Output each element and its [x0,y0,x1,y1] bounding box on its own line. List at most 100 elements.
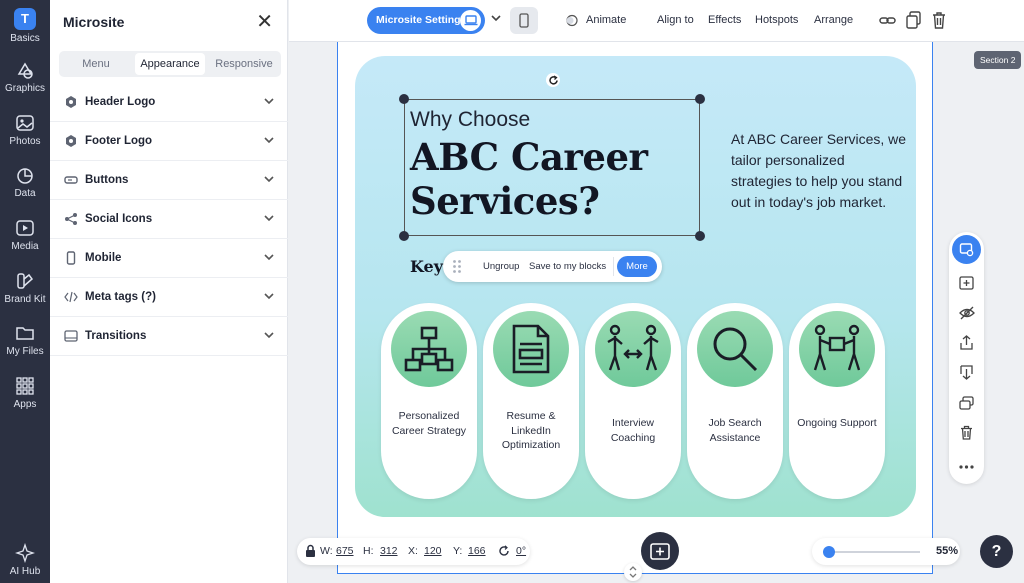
rail-item-my-files[interactable]: My Files [0,323,50,357]
lock-icon[interactable] [305,544,316,558]
transitions-icon [64,330,78,342]
mobile-preview-button[interactable] [510,7,538,34]
resize-section-handle[interactable] [624,563,642,581]
service-card[interactable]: Ongoing Support [789,303,885,499]
y-value[interactable]: 166 [468,545,486,557]
more-icon[interactable] [958,458,975,475]
hide-section-icon[interactable] [958,304,975,321]
laptop-icon[interactable] [460,10,481,31]
tab-appearance[interactable]: Appearance [135,53,205,75]
zoom-slider-knob[interactable] [822,546,835,558]
tab-menu[interactable]: Menu [61,53,131,75]
zoom-value[interactable]: 55% [936,545,958,557]
rotate-icon [499,545,509,556]
service-card[interactable]: Interview Coaching [585,303,681,499]
align-to-button[interactable]: Align to [657,14,694,26]
accordion-label: Social Icons [85,213,153,225]
move-up-icon[interactable] [958,334,975,351]
t-logo-icon: T [14,8,36,30]
rail-item-media[interactable]: Media [0,218,50,252]
support-icon [813,324,861,371]
arrange-button[interactable]: Arrange [814,14,853,26]
link-icon[interactable] [879,14,896,27]
rail-item-brand-kit[interactable]: Brand Kit [0,271,50,305]
context-toolbar: Ungroup Save to my blocks More [443,251,662,282]
zoom-track[interactable] [824,551,920,553]
more-button[interactable]: More [617,256,657,277]
accordion-buttons[interactable]: Buttons [50,161,288,200]
chart-icon [17,168,33,184]
section-settings-icon[interactable] [952,235,981,264]
interview-icon [607,324,659,371]
height-label: H: [363,545,374,557]
animate-button[interactable]: Animate [586,14,626,26]
resize-handle[interactable] [399,231,409,241]
close-icon[interactable]: ✕ [256,9,273,34]
resize-handle[interactable] [695,94,705,104]
drag-handle-icon[interactable] [452,259,462,274]
animate-icon[interactable] [565,14,578,27]
rail-item-ai-hub[interactable]: AI Hub [0,543,50,577]
service-card[interactable]: Resume & LinkedIn Optimization [483,303,579,499]
duplicate-icon[interactable] [906,11,921,29]
height-value[interactable]: 312 [380,545,398,557]
y-label: Y: [453,545,463,557]
service-label: Job Search Assistance [708,417,762,444]
trash-icon[interactable] [932,11,946,29]
accordion-social-icons[interactable]: Social Icons [50,200,288,239]
chevron-down-icon [264,98,274,105]
service-icon-circle [697,311,773,387]
service-card[interactable]: Job Search Assistance [687,303,783,499]
intro-paragraph[interactable]: At ABC Career Services, we tailor person… [731,129,909,213]
chevron-down-icon [264,176,274,183]
chevron-up-down-icon [629,566,637,578]
service-card[interactable]: Personalized Career Strategy [381,303,477,499]
accordion-label: Buttons [85,174,129,186]
hero-card[interactable]: Why Choose ABC Career Services? At ABC C… [355,56,916,517]
resize-handle[interactable] [695,231,705,241]
hexagon-icon [66,135,76,147]
chevron-down-icon[interactable] [491,14,501,22]
resize-handle[interactable] [399,94,409,104]
dimensions-bar: W: 675 H: 312 X: 120 Y: 166 0° [297,538,530,565]
service-label: Ongoing Support [797,417,877,429]
add-block-icon [650,542,670,560]
key-heading[interactable]: Key [410,257,443,276]
accordion-meta-tags[interactable]: Meta tags (?) [50,278,288,317]
trash-icon[interactable] [958,424,975,441]
media-icon [16,220,34,236]
accordion-transitions[interactable]: Transitions [50,317,288,356]
help-button[interactable]: ? [980,535,1013,568]
hotspots-button[interactable]: Hotspots [755,14,798,26]
accordion-footer-logo[interactable]: Footer Logo [50,122,288,161]
chevron-down-icon [264,215,274,222]
mobile-icon [66,251,76,265]
microsite-settings-button[interactable]: Microsite Settings [367,7,485,34]
width-label: W: [320,545,333,557]
rail-item-data[interactable]: Data [0,165,50,199]
effects-button[interactable]: Effects [708,14,741,26]
duplicate-section-icon[interactable] [958,394,975,411]
accordion-mobile[interactable]: Mobile [50,239,288,278]
save-to-blocks-button[interactable]: Save to my blocks [529,261,606,272]
add-block-button[interactable] [641,532,679,570]
x-value[interactable]: 120 [424,545,442,557]
panel-tabs: Menu Appearance Responsive [59,51,281,77]
ungroup-button[interactable]: Ungroup [483,261,519,272]
left-rail: T Basics Graphics Photos Data Media Bran… [0,0,50,583]
rail-item-graphics[interactable]: Graphics [0,60,50,94]
rail-item-apps[interactable]: Apps [0,376,50,410]
move-down-icon[interactable] [958,364,975,381]
selection-box[interactable] [399,94,705,241]
add-section-icon[interactable] [958,274,975,291]
chevron-down-icon [264,254,274,261]
rotate-icon[interactable] [546,73,560,87]
side-panel: Microsite ✕ Menu Appearance Responsive H… [50,0,288,583]
rail-item-basics[interactable]: T Basics [0,8,50,44]
width-value[interactable]: 675 [336,545,354,557]
rail-label: Basics [10,33,40,44]
tab-responsive[interactable]: Responsive [209,53,279,75]
accordion-header-logo[interactable]: Header Logo [50,83,288,122]
rail-item-photos[interactable]: Photos [0,113,50,147]
rotation-value[interactable]: 0° [516,545,526,557]
